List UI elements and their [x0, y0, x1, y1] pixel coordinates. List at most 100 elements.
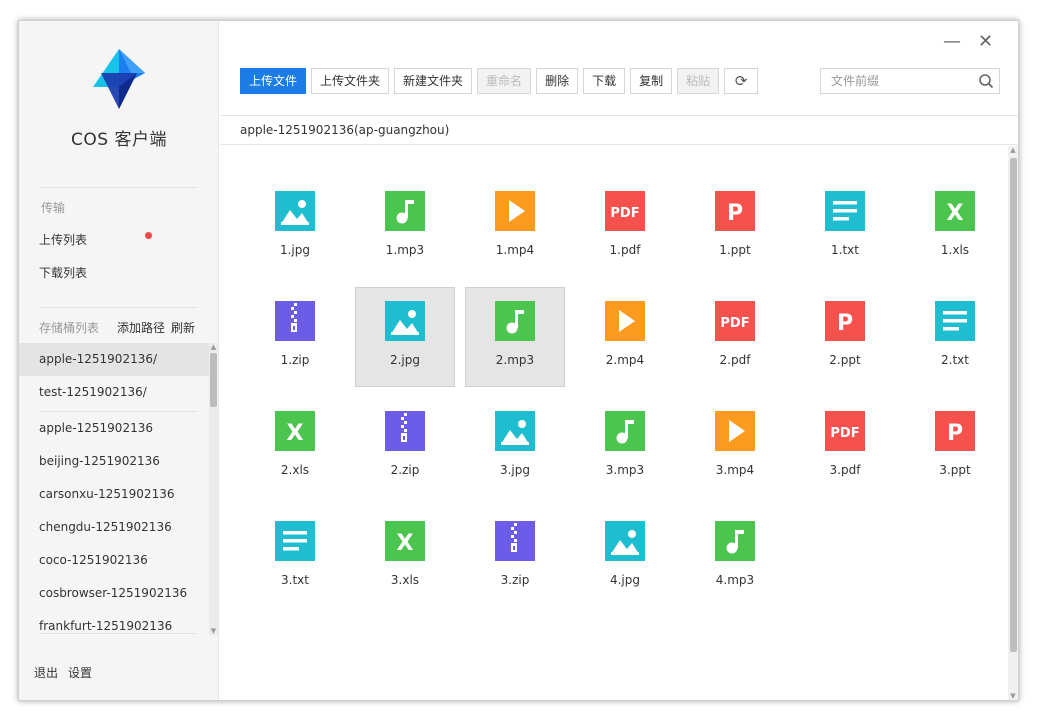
bucket-item[interactable]: apple-1251902136 [19, 412, 209, 445]
upload-file-button[interactable]: 上传文件 [240, 68, 307, 94]
sidebar-scrollbar[interactable]: ▲ ▼ [209, 343, 218, 635]
audio-file-icon [495, 301, 535, 341]
copy-button[interactable]: 复制 [630, 68, 673, 94]
file-item[interactable]: 2.zip [345, 397, 455, 507]
file-name: 2.pdf [719, 353, 751, 367]
file-item[interactable]: P 2.ppt [785, 287, 895, 397]
file-name: 1.pdf [609, 243, 641, 257]
bucket-list-label: 存储桶列表 [39, 321, 100, 335]
delete-button[interactable]: 删除 [536, 68, 579, 94]
file-name: 2.mp3 [495, 353, 535, 367]
bucket-item[interactable]: carsonxu-1251902136 [19, 478, 209, 511]
file-item[interactable]: X 3.xls [345, 507, 455, 617]
app-window: COS 客户端 传输 上传列表 下载列表 存储桶列表 添加路径 刷新 apple… [18, 20, 1019, 701]
file-item[interactable]: PDF 3.pdf [785, 397, 895, 507]
sidebar: COS 客户端 传输 上传列表 下载列表 存储桶列表 添加路径 刷新 apple… [19, 21, 219, 700]
svg-text:P: P [727, 201, 743, 226]
pdf-file-icon: PDF [605, 191, 645, 231]
zip-file-icon [495, 521, 535, 561]
file-item[interactable]: P 1.ppt [675, 177, 785, 287]
path-item-apple[interactable]: apple-1251902136/ [19, 343, 209, 376]
scrollbar-thumb[interactable] [1010, 158, 1017, 652]
file-item[interactable]: PDF 2.pdf [675, 287, 785, 397]
search-icon[interactable] [978, 73, 994, 89]
xls-file-icon: X [275, 411, 315, 451]
svg-text:X: X [287, 421, 304, 446]
file-item[interactable]: P 3.ppt [895, 397, 1005, 507]
file-item[interactable]: 1.zip [235, 287, 345, 397]
ppt-file-icon: P [935, 411, 975, 451]
scroll-up-icon[interactable]: ▲ [209, 343, 218, 351]
file-area: 1.jpg 1.mp3 1.mp4 PDF 1.pdf P 1.ppt 1.txt X 1.xls… [220, 146, 1008, 700]
scroll-down-icon[interactable]: ▼ [209, 627, 218, 635]
file-name: 2.jpg [389, 353, 421, 367]
bucket-item[interactable]: cosbrowser-1251902136 [19, 577, 209, 610]
scroll-up-icon[interactable]: ▲ [1008, 146, 1018, 154]
xls-file-icon: X [935, 191, 975, 231]
zip-file-icon [275, 301, 315, 341]
scroll-down-icon[interactable]: ▼ [1008, 692, 1018, 700]
file-item[interactable]: 3.mp4 [675, 397, 785, 507]
rename-button[interactable]: 重命名 [477, 68, 532, 94]
bucket-list: apple-1251902136/ test-1251902136/ apple… [19, 343, 209, 635]
file-item[interactable]: 4.mp3 [675, 507, 785, 617]
file-grid: 1.jpg 1.mp3 1.mp4 PDF 1.pdf P 1.ppt 1.txt X 1.xls… [235, 177, 1008, 617]
refresh-buckets-link[interactable]: 刷新 [171, 319, 195, 336]
file-name: 3.jpg [499, 463, 531, 477]
file-item[interactable]: 3.txt [235, 507, 345, 617]
file-item[interactable]: 1.mp4 [455, 177, 565, 287]
add-path-link[interactable]: 添加路径 [117, 319, 165, 336]
file-item[interactable]: 2.txt [895, 287, 1005, 397]
file-item[interactable]: 2.mp3 [455, 287, 565, 397]
file-name: 2.ppt [829, 353, 861, 367]
image-file-icon [495, 411, 535, 451]
svg-text:PDF: PDF [720, 316, 749, 331]
bucket-item[interactable]: beijing-1251902136 [19, 445, 209, 478]
svg-text:PDF: PDF [830, 426, 859, 441]
txt-file-icon [275, 521, 315, 561]
file-name: 1.xls [940, 243, 970, 257]
file-item[interactable]: 3.jpg [455, 397, 565, 507]
file-item[interactable]: 1.mp3 [345, 177, 455, 287]
close-icon[interactable]: ✕ [978, 31, 993, 52]
paste-button[interactable]: 粘贴 [677, 68, 720, 94]
bucket-item[interactable]: frankfurt-1251902136 [19, 610, 209, 635]
upload-list-link[interactable]: 上传列表 [39, 231, 87, 248]
file-name: 3.zip [500, 573, 530, 587]
svg-text:X: X [397, 531, 414, 556]
file-item[interactable]: 4.jpg [565, 507, 675, 617]
scrollbar-thumb[interactable] [210, 353, 217, 407]
file-scrollbar[interactable]: ▲ ▼ [1008, 146, 1018, 700]
bucket-item[interactable]: chengdu-1251902136 [19, 511, 209, 544]
new-folder-button[interactable]: 新建文件夹 [394, 68, 473, 94]
minimize-icon[interactable]: — [943, 31, 961, 52]
refresh-icon[interactable]: ⟳ [724, 68, 759, 94]
ppt-file-icon: P [825, 301, 865, 341]
file-item[interactable]: 2.jpg [345, 287, 455, 397]
audio-file-icon [385, 191, 425, 231]
search-input[interactable] [821, 69, 971, 93]
path-item-test[interactable]: test-1251902136/ [19, 376, 209, 409]
image-file-icon [385, 301, 425, 341]
current-path: apple-1251902136(ap-guangzhou) [240, 123, 450, 137]
pdf-file-icon: PDF [715, 301, 755, 341]
file-item[interactable]: X 2.xls [235, 397, 345, 507]
upload-folder-button[interactable]: 上传文件夹 [311, 68, 390, 94]
download-button[interactable]: 下载 [583, 68, 626, 94]
bucket-item[interactable]: coco-1251902136 [19, 544, 209, 577]
file-item[interactable]: 1.jpg [235, 177, 345, 287]
file-item[interactable]: 3.zip [455, 507, 565, 617]
file-item[interactable]: X 1.xls [895, 177, 1005, 287]
file-item[interactable]: 3.mp3 [565, 397, 675, 507]
settings-link[interactable]: 设置 [68, 664, 92, 681]
file-name: 3.xls [390, 573, 420, 587]
file-item[interactable]: 2.mp4 [565, 287, 675, 397]
logout-link[interactable]: 退出 [34, 664, 58, 681]
divider [39, 307, 198, 308]
file-item[interactable]: 1.txt [785, 177, 895, 287]
file-item[interactable]: PDF 1.pdf [565, 177, 675, 287]
app-title: COS 客户端 [71, 130, 167, 150]
audio-file-icon [715, 521, 755, 561]
download-list-link[interactable]: 下载列表 [39, 264, 87, 281]
svg-text:P: P [837, 311, 853, 336]
